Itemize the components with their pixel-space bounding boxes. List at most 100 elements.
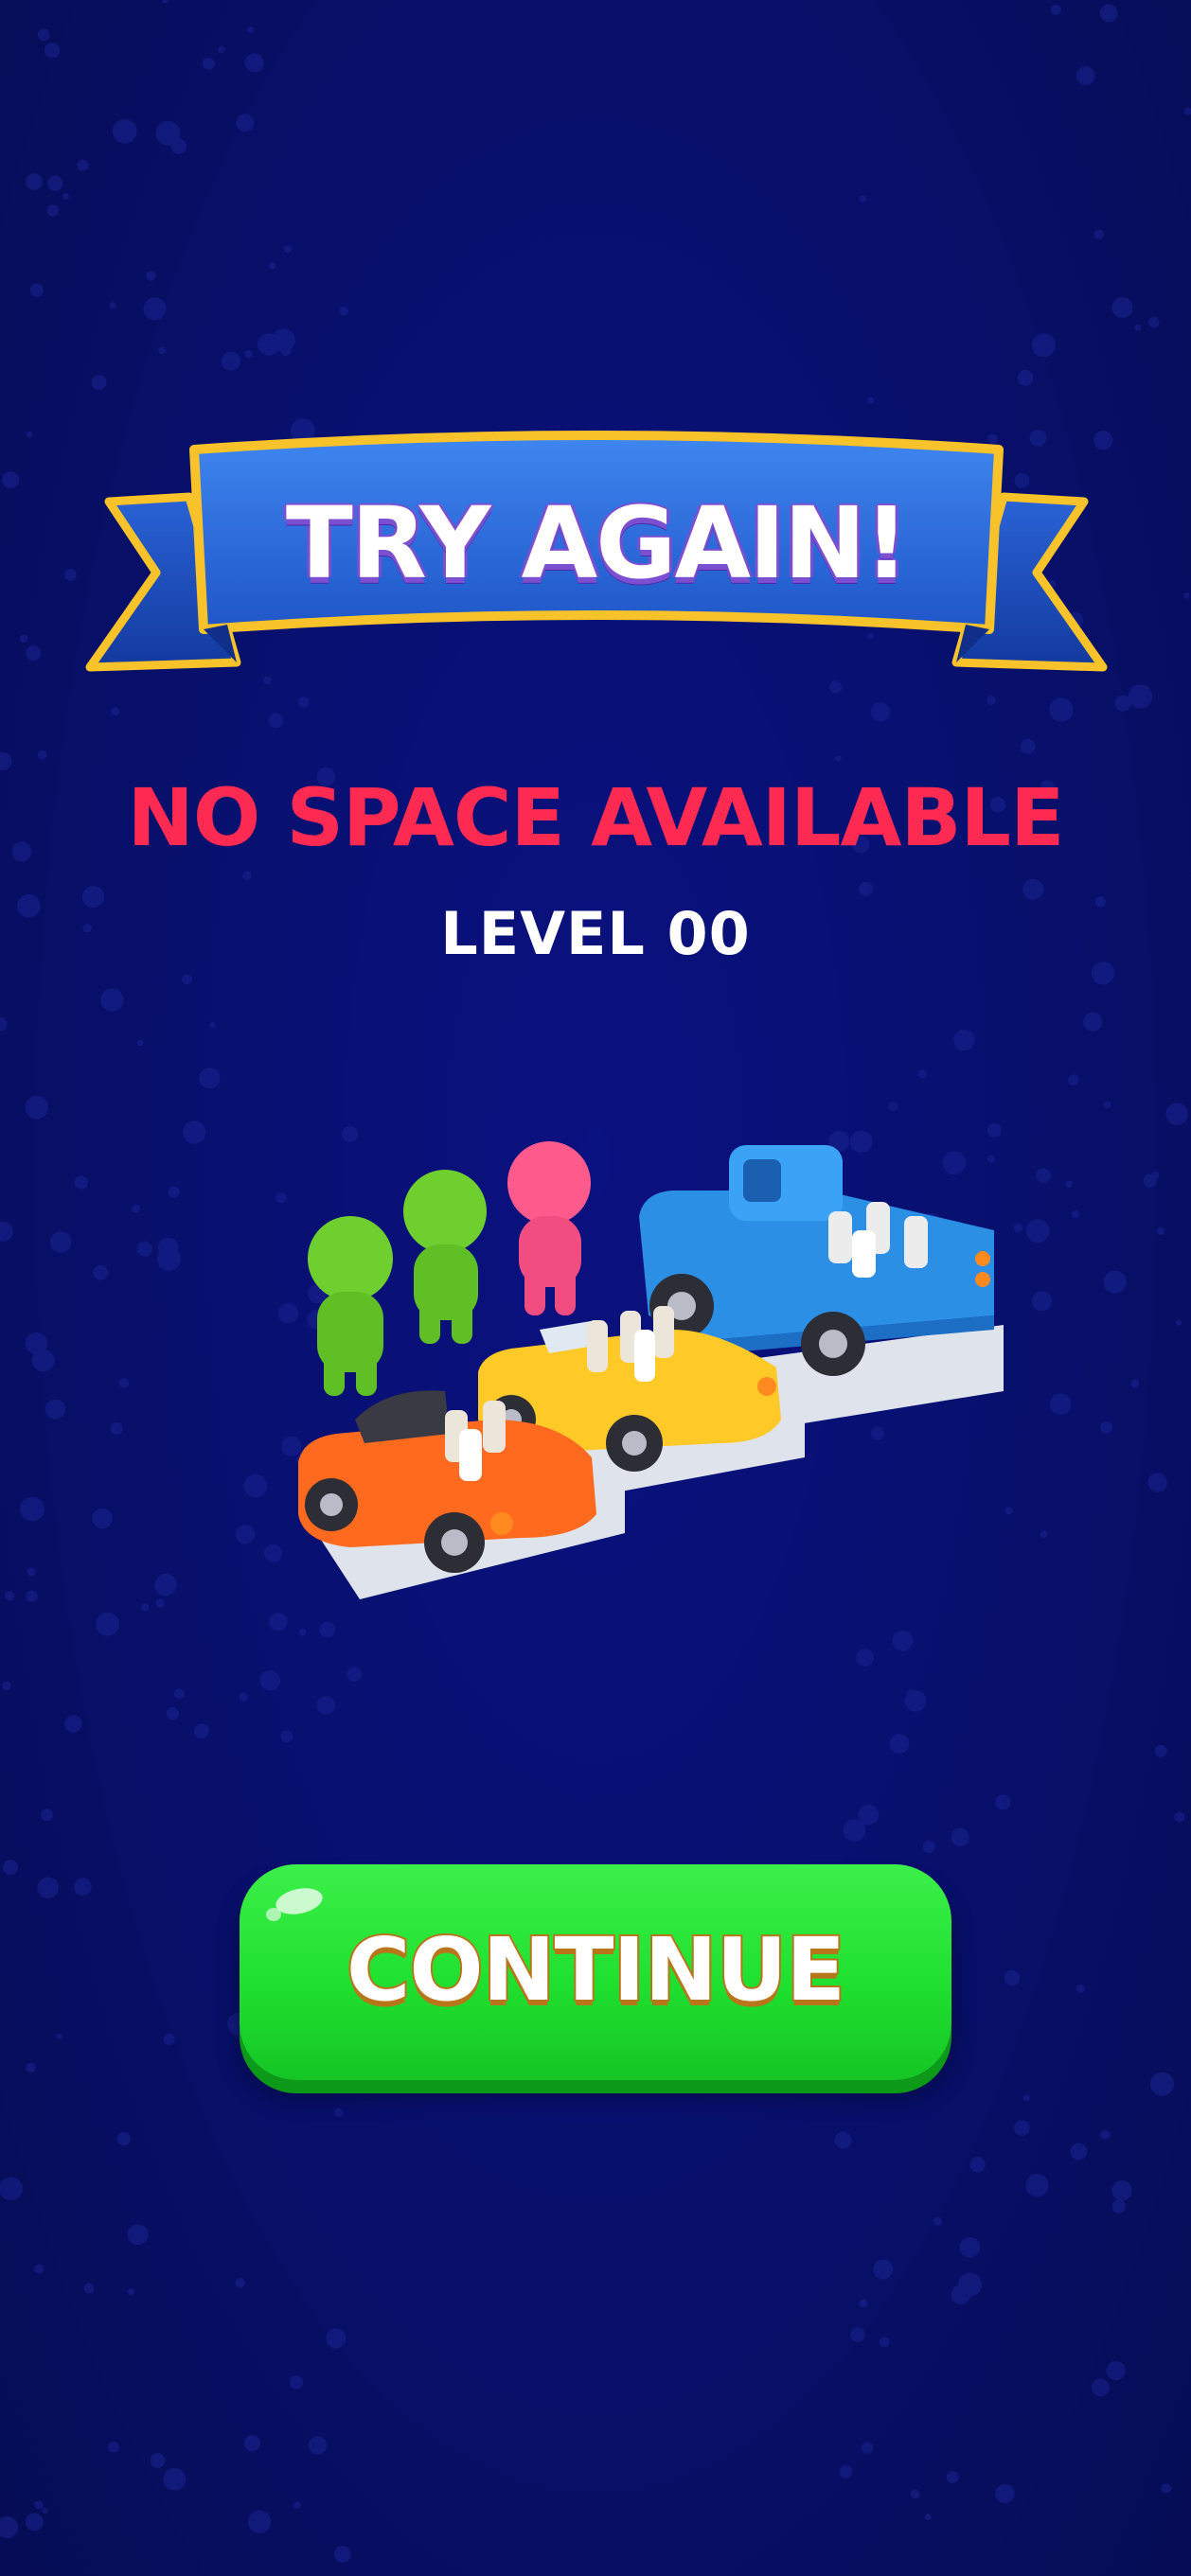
background-dot xyxy=(74,1878,92,1896)
person-green-back xyxy=(403,1170,487,1344)
background-dot xyxy=(280,344,292,356)
background-dot xyxy=(316,1696,336,1715)
background-dot xyxy=(1076,1985,1085,1993)
background-dot xyxy=(2,471,20,489)
continue-button[interactable]: CONTINUE xyxy=(240,1864,951,2080)
background-dot xyxy=(244,53,264,73)
background-dot xyxy=(1111,297,1133,318)
background-dot xyxy=(1017,369,1034,386)
background-dot xyxy=(248,2510,272,2533)
background-dot xyxy=(879,2337,890,2348)
background-dot xyxy=(856,1649,875,1667)
background-dot xyxy=(283,244,293,254)
background-dot xyxy=(951,1827,969,1846)
background-dot xyxy=(26,431,33,438)
background-dot xyxy=(44,43,61,59)
background-dot xyxy=(334,2546,351,2563)
background-dot xyxy=(334,2108,344,2117)
background-dot xyxy=(235,2278,245,2288)
background-dot xyxy=(1156,1226,1165,1236)
background-dot xyxy=(38,28,50,41)
background-dot xyxy=(873,2259,894,2280)
background-dot xyxy=(1103,1270,1127,1294)
background-dot xyxy=(194,1723,209,1738)
background-dot xyxy=(20,634,28,644)
background-dot xyxy=(77,159,89,171)
background-dot xyxy=(1130,1379,1140,1388)
background-dot xyxy=(168,1186,180,1198)
background-dot xyxy=(127,2287,135,2296)
background-dot xyxy=(141,1603,150,1612)
background-dot xyxy=(26,1590,38,1602)
background-dot xyxy=(110,1421,123,1436)
background-dot xyxy=(1031,333,1056,358)
background-dot xyxy=(1151,1171,1160,1179)
person-pink xyxy=(507,1141,591,1315)
background-dot xyxy=(64,1715,82,1733)
parking-illustration xyxy=(298,1141,1004,1599)
button-highlight xyxy=(273,1884,326,1918)
background-dot xyxy=(235,1525,256,1544)
background-dot xyxy=(969,2157,986,2173)
background-dot xyxy=(1106,2360,1126,2381)
background-dot xyxy=(257,333,280,356)
background-dot xyxy=(154,1573,177,1597)
background-dot xyxy=(1183,107,1191,115)
background-dot xyxy=(0,1221,13,1242)
background-dot xyxy=(859,2299,868,2308)
background-dot xyxy=(339,306,349,316)
background-dot xyxy=(951,2285,971,2304)
background-dot xyxy=(1183,592,1190,599)
background-dot xyxy=(1083,1012,1103,1032)
background-dot xyxy=(268,713,284,729)
try-again-banner: TRY AGAIN! xyxy=(85,431,1108,696)
background-dot xyxy=(917,1069,927,1079)
background-dot xyxy=(34,2500,44,2510)
background-dot xyxy=(41,1808,53,1821)
background-dot xyxy=(91,375,107,390)
background-dot xyxy=(170,138,187,154)
background-dot xyxy=(221,351,240,371)
level-label: LEVEL 00 xyxy=(440,899,751,968)
background-dot xyxy=(858,1804,880,1826)
background-dot xyxy=(1143,1173,1158,1189)
background-dot xyxy=(870,702,890,722)
background-dot xyxy=(182,974,192,985)
background-dot xyxy=(96,1612,119,1636)
background-dot xyxy=(1068,1074,1079,1085)
background-dot xyxy=(889,1734,910,1754)
background-dot xyxy=(118,1378,130,1388)
background-dot xyxy=(127,2224,149,2246)
background-dot xyxy=(199,1070,218,1089)
background-dot xyxy=(42,2507,48,2514)
background-dot xyxy=(946,2471,959,2484)
background-dot xyxy=(1004,1969,1021,1986)
background-dot xyxy=(92,1508,113,1529)
background-dot xyxy=(44,1399,66,1420)
background-dot xyxy=(1093,229,1105,239)
background-dot xyxy=(1148,316,1160,328)
background-dot xyxy=(3,1860,18,1876)
background-dot xyxy=(995,2483,1015,2504)
background-dot xyxy=(157,1247,181,1271)
background-dot xyxy=(293,2501,301,2509)
background-dot xyxy=(1100,1420,1113,1434)
background-dot xyxy=(209,1022,216,1029)
background-dot xyxy=(27,1567,36,1577)
background-dot xyxy=(958,2272,982,2297)
background-dot xyxy=(49,1231,72,1253)
background-dot xyxy=(162,0,169,4)
continue-button-label: CONTINUE xyxy=(345,1917,847,2022)
background-dot xyxy=(839,2464,853,2479)
background-dot xyxy=(25,1332,48,1355)
background-dot xyxy=(1075,66,1095,85)
background-dot xyxy=(1071,1210,1079,1219)
background-dot xyxy=(1031,1291,1053,1312)
background-dot xyxy=(62,193,69,200)
background-dot xyxy=(146,271,156,281)
background-dot xyxy=(910,2489,920,2499)
background-dot xyxy=(37,750,47,760)
background-dot xyxy=(155,120,181,146)
background-dot xyxy=(247,26,254,33)
background-dot xyxy=(924,2514,932,2521)
